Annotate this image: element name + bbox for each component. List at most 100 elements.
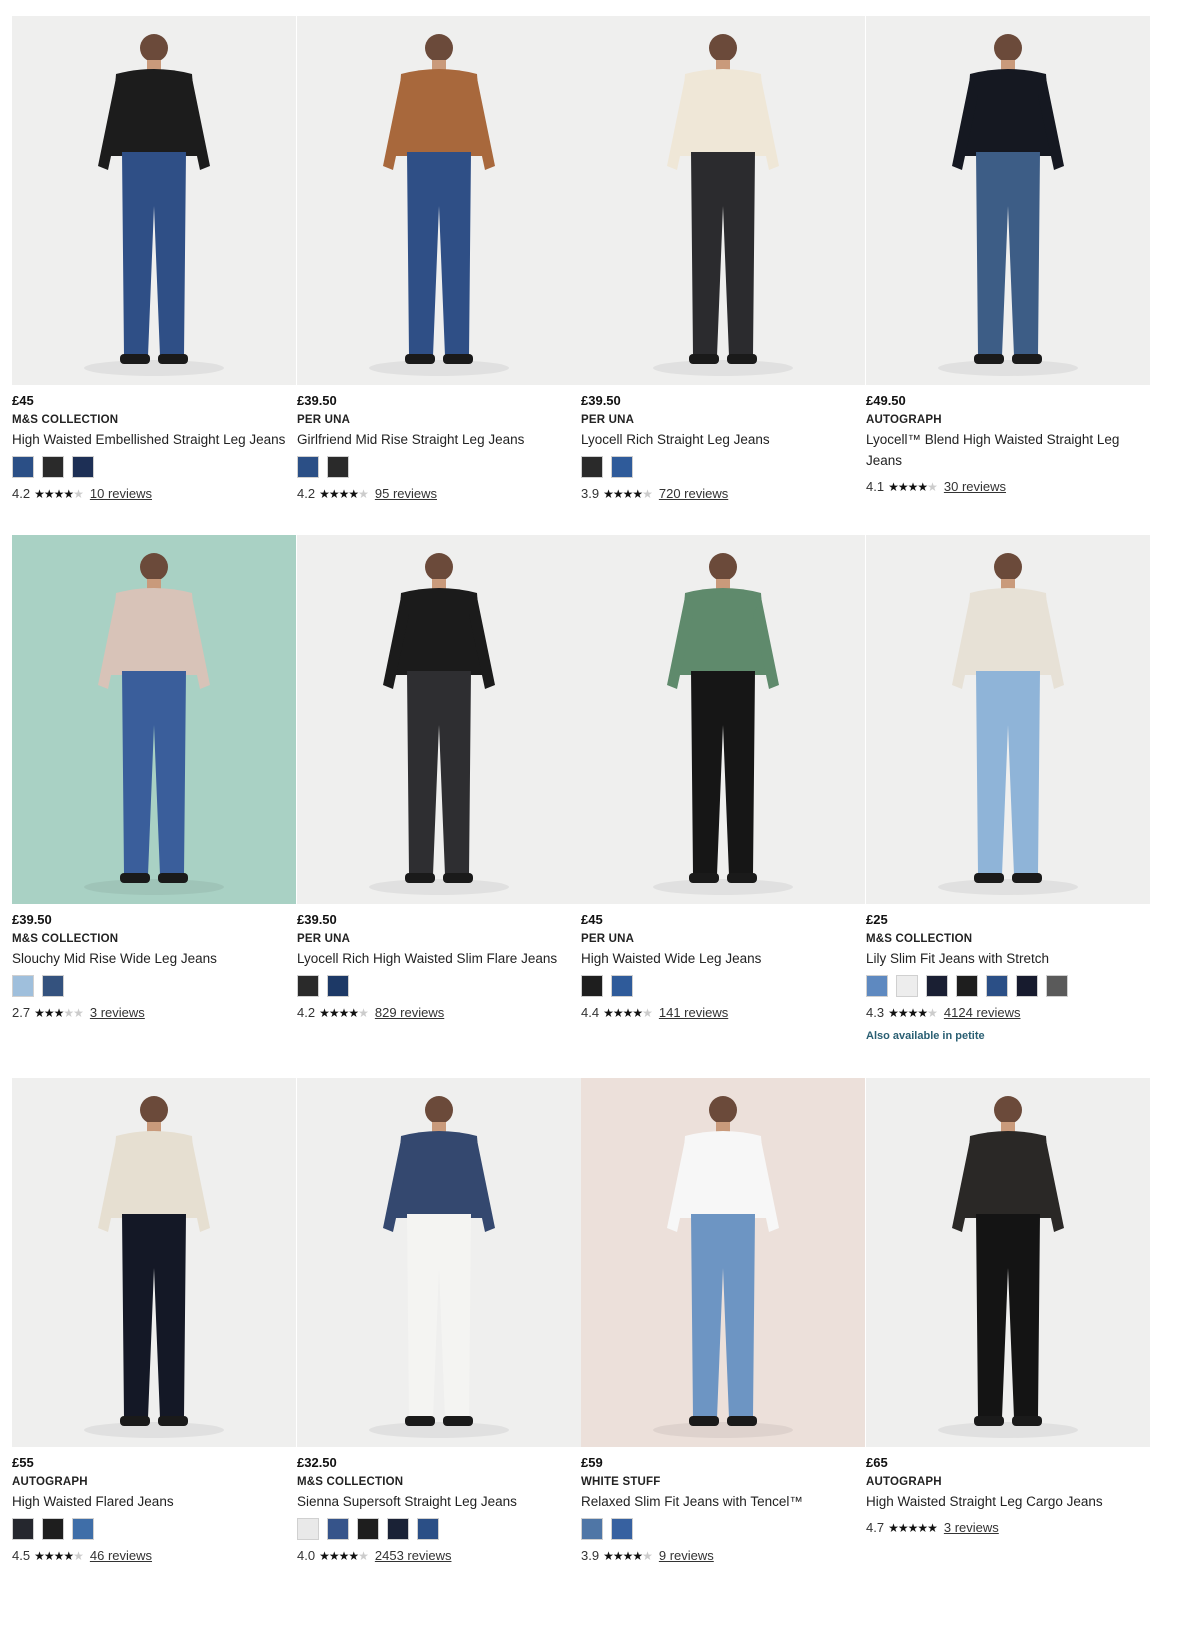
reviews-link[interactable]: 2453 reviews bbox=[375, 1548, 452, 1563]
colour-swatches bbox=[297, 975, 581, 997]
product-image[interactable] bbox=[866, 16, 1150, 385]
product-image[interactable] bbox=[581, 16, 865, 385]
product-image[interactable] bbox=[12, 16, 296, 385]
product-card[interactable]: £32.50 M&S COLLECTION Sienna Supersoft Str… bbox=[297, 1078, 581, 1563]
product-image[interactable] bbox=[297, 16, 581, 385]
colour-swatch[interactable] bbox=[12, 1518, 34, 1540]
colour-swatch[interactable] bbox=[581, 1518, 603, 1540]
colour-swatch[interactable] bbox=[72, 1518, 94, 1540]
rating-value: 4.1 bbox=[866, 479, 885, 494]
product-title[interactable]: Girlfriend Mid Rise Straight Leg Jeans bbox=[297, 429, 581, 450]
product-image[interactable] bbox=[866, 535, 1150, 904]
product-card[interactable]: £39.50 M&S COLLECTION Slouchy Mid Rise Wid… bbox=[12, 535, 296, 1020]
reviews-link[interactable]: 10 reviews bbox=[90, 486, 152, 501]
product-title[interactable]: High Waisted Wide Leg Jeans bbox=[581, 948, 865, 969]
colour-swatch[interactable] bbox=[611, 975, 633, 997]
rating-value: 4.5 bbox=[12, 1548, 31, 1563]
colour-swatch[interactable] bbox=[926, 975, 948, 997]
colour-swatch[interactable] bbox=[42, 456, 64, 478]
reviews-link[interactable]: 3 reviews bbox=[90, 1005, 145, 1020]
rating-value: 4.2 bbox=[12, 486, 31, 501]
product-card[interactable]: £25 M&S COLLECTION Lily Slim Fit Jeans wit… bbox=[866, 535, 1150, 1042]
colour-swatch[interactable] bbox=[297, 975, 319, 997]
product-title[interactable]: Lily Slim Fit Jeans with Stretch bbox=[866, 948, 1150, 969]
product-card[interactable]: £39.50 PER UNA Lyocell Rich Straight Leg J… bbox=[581, 16, 865, 501]
colour-swatch[interactable] bbox=[327, 456, 349, 478]
colour-swatch[interactable] bbox=[581, 975, 603, 997]
product-price: £39.50 bbox=[297, 912, 337, 927]
product-brand: M&S COLLECTION bbox=[12, 933, 119, 945]
product-price: £65 bbox=[866, 1455, 888, 1470]
product-rating: 4.2 ★★★★★ 10 reviews bbox=[12, 486, 296, 501]
colour-swatch[interactable] bbox=[297, 456, 319, 478]
colour-swatch[interactable] bbox=[42, 1518, 64, 1540]
colour-swatch[interactable] bbox=[42, 975, 64, 997]
colour-swatch[interactable] bbox=[357, 1518, 379, 1540]
colour-swatch[interactable] bbox=[12, 975, 34, 997]
reviews-link[interactable]: 3 reviews bbox=[944, 1520, 999, 1535]
rating-value: 3.9 bbox=[581, 486, 600, 501]
reviews-link[interactable]: 720 reviews bbox=[659, 486, 728, 501]
product-title[interactable]: Lyocell Rich Straight Leg Jeans bbox=[581, 429, 865, 450]
product-image[interactable] bbox=[12, 535, 296, 904]
colour-swatch[interactable] bbox=[986, 975, 1008, 997]
colour-swatches bbox=[581, 1518, 865, 1540]
colour-swatches bbox=[297, 1518, 581, 1540]
product-card[interactable]: £59 WHITE STUFF Relaxed Slim Fit Jeans wit… bbox=[581, 1078, 865, 1563]
colour-swatch[interactable] bbox=[1046, 975, 1068, 997]
product-title[interactable]: Lyocell™ Blend High Waisted Straight Leg… bbox=[866, 429, 1150, 471]
colour-swatch[interactable] bbox=[896, 975, 918, 997]
star-rating-icon: ★★★★★ bbox=[888, 1005, 938, 1020]
product-rating: 4.7 ★★★★★ 3 reviews bbox=[866, 1520, 1150, 1535]
star-rating-icon: ★★★★★ bbox=[319, 1548, 369, 1563]
colour-swatch[interactable] bbox=[327, 1518, 349, 1540]
colour-swatch[interactable] bbox=[866, 975, 888, 997]
reviews-link[interactable]: 9 reviews bbox=[659, 1548, 714, 1563]
rating-value: 4.4 bbox=[581, 1005, 600, 1020]
product-card[interactable]: £65 AUTOGRAPH High Waisted Straight Leg Ca… bbox=[866, 1078, 1150, 1535]
product-card[interactable]: £49.50 AUTOGRAPH Lyocell™ Blend High Waist… bbox=[866, 16, 1150, 494]
reviews-link[interactable]: 4124 reviews bbox=[944, 1005, 1021, 1020]
product-brand: AUTOGRAPH bbox=[866, 414, 942, 426]
product-title[interactable]: Slouchy Mid Rise Wide Leg Jeans bbox=[12, 948, 296, 969]
product-image[interactable] bbox=[297, 535, 581, 904]
product-card[interactable]: £39.50 PER UNA Lyocell Rich High Waisted S… bbox=[297, 535, 581, 1020]
colour-swatch[interactable] bbox=[1016, 975, 1038, 997]
star-rating-icon: ★★★★★ bbox=[603, 1005, 653, 1020]
product-image[interactable] bbox=[297, 1078, 581, 1447]
reviews-link[interactable]: 30 reviews bbox=[944, 479, 1006, 494]
reviews-link[interactable]: 829 reviews bbox=[375, 1005, 444, 1020]
colour-swatch[interactable] bbox=[611, 456, 633, 478]
colour-swatch[interactable] bbox=[387, 1518, 409, 1540]
product-title[interactable]: High Waisted Embellished Straight Leg Je… bbox=[12, 429, 296, 450]
reviews-link[interactable]: 95 reviews bbox=[375, 486, 437, 501]
colour-swatch[interactable] bbox=[12, 456, 34, 478]
colour-swatch[interactable] bbox=[72, 456, 94, 478]
colour-swatch[interactable] bbox=[581, 456, 603, 478]
colour-swatch[interactable] bbox=[611, 1518, 633, 1540]
colour-swatch[interactable] bbox=[417, 1518, 439, 1540]
product-title[interactable]: High Waisted Straight Leg Cargo Jeans bbox=[866, 1491, 1150, 1512]
reviews-link[interactable]: 46 reviews bbox=[90, 1548, 152, 1563]
product-card[interactable]: £39.50 PER UNA Girlfriend Mid Rise Straigh… bbox=[297, 16, 581, 501]
product-card[interactable]: £45 M&S COLLECTION High Waisted Embellishe… bbox=[12, 16, 296, 501]
product-title[interactable]: Sienna Supersoft Straight Leg Jeans bbox=[297, 1491, 581, 1512]
product-card[interactable]: £55 AUTOGRAPH High Waisted Flared Jeans 4.5… bbox=[12, 1078, 296, 1563]
rating-value: 4.0 bbox=[297, 1548, 316, 1563]
petite-availability-link[interactable]: Also available in petite bbox=[866, 1030, 1150, 1042]
reviews-link[interactable]: 141 reviews bbox=[659, 1005, 728, 1020]
product-image[interactable] bbox=[581, 1078, 865, 1447]
star-rating-icon: ★★★★★ bbox=[319, 1005, 369, 1020]
colour-swatch[interactable] bbox=[956, 975, 978, 997]
product-image[interactable] bbox=[866, 1078, 1150, 1447]
product-image[interactable] bbox=[12, 1078, 296, 1447]
product-brand: WHITE STUFF bbox=[581, 1476, 661, 1488]
colour-swatch[interactable] bbox=[297, 1518, 319, 1540]
product-image[interactable] bbox=[581, 535, 865, 904]
rating-value: 4.2 bbox=[297, 1005, 316, 1020]
colour-swatch[interactable] bbox=[327, 975, 349, 997]
product-title[interactable]: High Waisted Flared Jeans bbox=[12, 1491, 296, 1512]
product-title[interactable]: Lyocell Rich High Waisted Slim Flare Jea… bbox=[297, 948, 581, 969]
product-title[interactable]: Relaxed Slim Fit Jeans with Tencel™ bbox=[581, 1491, 865, 1512]
product-card[interactable]: £45 PER UNA High Waisted Wide Leg Jeans 4.4… bbox=[581, 535, 865, 1020]
